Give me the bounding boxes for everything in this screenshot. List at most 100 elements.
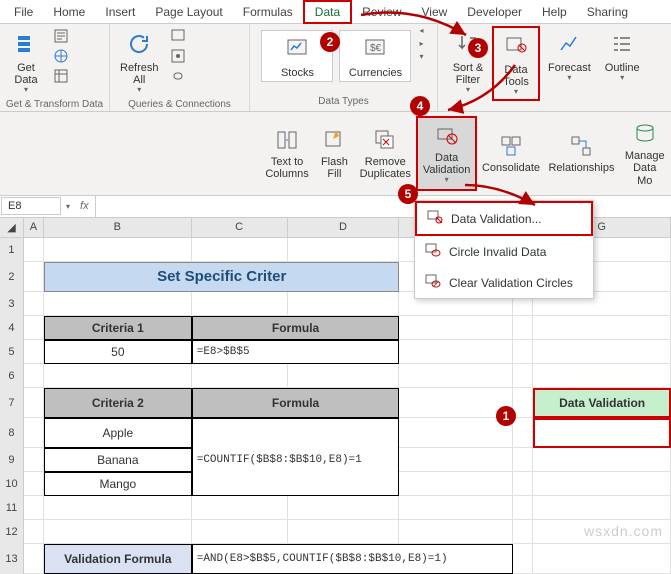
title-cell[interactable]: Set Specific Criter xyxy=(44,262,399,292)
cell-D3[interactable] xyxy=(288,292,400,316)
cell-F4[interactable] xyxy=(513,316,533,340)
from-table-button[interactable] xyxy=(50,66,72,86)
row-6[interactable]: 6 xyxy=(0,364,24,388)
cell-D12[interactable] xyxy=(288,520,400,544)
from-text-button[interactable] xyxy=(50,26,72,46)
cell-C9[interactable]: =COUNTIF($B$8:$B$10,E8)=1 xyxy=(192,448,400,472)
tab-formulas[interactable]: Formulas xyxy=(233,2,303,22)
col-B[interactable]: B xyxy=(44,218,192,237)
row-4[interactable]: 4 xyxy=(0,316,24,340)
cell-G4[interactable] xyxy=(533,316,671,340)
tab-review[interactable]: Review xyxy=(352,2,411,22)
cell-B1[interactable] xyxy=(44,238,192,262)
menu-data-validation[interactable]: Data Validation... xyxy=(415,201,593,236)
remove-duplicates-button[interactable]: Remove Duplicates xyxy=(355,116,416,191)
cell-F8[interactable] xyxy=(513,418,533,448)
row-8[interactable]: 8 xyxy=(0,418,24,448)
cell-F13[interactable] xyxy=(513,544,533,574)
row-9[interactable]: 9 xyxy=(0,448,24,472)
datatype-next[interactable]: ▸ xyxy=(419,39,423,48)
tab-pagelayout[interactable]: Page Layout xyxy=(145,2,232,22)
cell-A10[interactable] xyxy=(24,472,44,496)
cell-B12[interactable] xyxy=(44,520,192,544)
col-C[interactable]: C xyxy=(192,218,288,237)
outline-button[interactable]: Outline▾ xyxy=(599,26,646,85)
cell-E6[interactable] xyxy=(399,364,513,388)
cell-A8[interactable] xyxy=(24,418,44,448)
cell-G11[interactable] xyxy=(533,496,671,520)
data-validation-header[interactable]: Data Validation xyxy=(533,388,671,418)
cell-D11[interactable] xyxy=(288,496,400,520)
cell-C6[interactable] xyxy=(192,364,288,388)
cell-B11[interactable] xyxy=(44,496,192,520)
cell-F5[interactable] xyxy=(513,340,533,364)
row-2[interactable]: 2 xyxy=(0,262,24,292)
row-1[interactable]: 1 xyxy=(0,238,24,262)
cell-B5[interactable]: 50 xyxy=(44,340,192,364)
cell-F10[interactable] xyxy=(513,472,533,496)
criteria2-header[interactable]: Criteria 2 xyxy=(44,388,192,418)
menu-clear-circles[interactable]: Clear Validation Circles xyxy=(415,267,593,298)
cell-F6[interactable] xyxy=(513,364,533,388)
cell-C12[interactable] xyxy=(192,520,288,544)
cell-G13[interactable] xyxy=(533,544,671,574)
cell-A7[interactable] xyxy=(24,388,44,418)
manage-data-model-button[interactable]: Manage Data Mo xyxy=(618,116,671,191)
cell-C5[interactable]: =E8>$B$5 xyxy=(192,340,400,364)
queries-button[interactable] xyxy=(167,26,189,46)
cell-E8[interactable] xyxy=(399,418,513,448)
cell-F9[interactable] xyxy=(513,448,533,472)
fx-icon[interactable]: fx xyxy=(74,200,95,212)
from-web-button[interactable] xyxy=(50,46,72,66)
tab-developer[interactable]: Developer xyxy=(457,2,532,22)
row-5[interactable]: 5 xyxy=(0,340,24,364)
cell-F12[interactable] xyxy=(513,520,533,544)
cell-B8[interactable]: Apple xyxy=(44,418,192,448)
cell-G9[interactable] xyxy=(533,448,671,472)
cell-D1[interactable] xyxy=(288,238,400,262)
forecast-button[interactable]: Forecast▾ xyxy=(542,26,597,85)
cell-A5[interactable] xyxy=(24,340,44,364)
formula1-header[interactable]: Formula xyxy=(192,316,400,340)
tab-home[interactable]: Home xyxy=(43,2,95,22)
cell-A3[interactable] xyxy=(24,292,44,316)
select-all[interactable]: ◢ xyxy=(0,218,24,237)
col-D[interactable]: D xyxy=(288,218,400,237)
col-A[interactable]: A xyxy=(24,218,44,237)
cell-C11[interactable] xyxy=(192,496,288,520)
tab-help[interactable]: Help xyxy=(532,2,577,22)
cell-B9[interactable]: Banana xyxy=(44,448,192,472)
edit-links-button[interactable] xyxy=(167,66,189,86)
tab-file[interactable]: File xyxy=(4,2,43,22)
namebox-dropdown[interactable]: ▾ xyxy=(62,202,74,211)
datatype-more[interactable]: ▾ xyxy=(419,52,423,61)
sort-filter-button[interactable]: Sort & Filter▾ xyxy=(446,26,490,97)
cell-A13[interactable] xyxy=(24,544,44,574)
menu-circle-invalid[interactable]: Circle Invalid Data xyxy=(415,236,593,267)
cell-D6[interactable] xyxy=(288,364,400,388)
row-10[interactable]: 10 xyxy=(0,472,24,496)
cell-A11[interactable] xyxy=(24,496,44,520)
cell-A6[interactable] xyxy=(24,364,44,388)
criteria1-header[interactable]: Criteria 1 xyxy=(44,316,192,340)
tab-data[interactable]: Data xyxy=(303,0,352,24)
cell-C1[interactable] xyxy=(192,238,288,262)
cell-E11[interactable] xyxy=(399,496,513,520)
cell-E9[interactable] xyxy=(399,448,513,472)
text-to-columns-button[interactable]: Text to Columns xyxy=(260,116,314,191)
validation-formula-label[interactable]: Validation Formula xyxy=(44,544,192,574)
cell-A1[interactable] xyxy=(24,238,44,262)
cell-F7[interactable] xyxy=(513,388,533,418)
cell-G5[interactable] xyxy=(533,340,671,364)
data-validation-button[interactable]: Data Validation▾ xyxy=(416,116,478,191)
row-7[interactable]: 7 xyxy=(0,388,24,418)
cell-B3[interactable] xyxy=(44,292,192,316)
cell-C8[interactable] xyxy=(192,418,400,448)
cell-E10[interactable] xyxy=(399,472,513,496)
tab-sharing[interactable]: Sharing xyxy=(577,2,638,22)
cell-G10[interactable] xyxy=(533,472,671,496)
cell-A2[interactable] xyxy=(24,262,44,292)
refresh-all-button[interactable]: Refresh All▾ xyxy=(114,26,165,97)
currencies-button[interactable]: $€ Currencies xyxy=(339,30,411,82)
formula2-header[interactable]: Formula xyxy=(192,388,400,418)
